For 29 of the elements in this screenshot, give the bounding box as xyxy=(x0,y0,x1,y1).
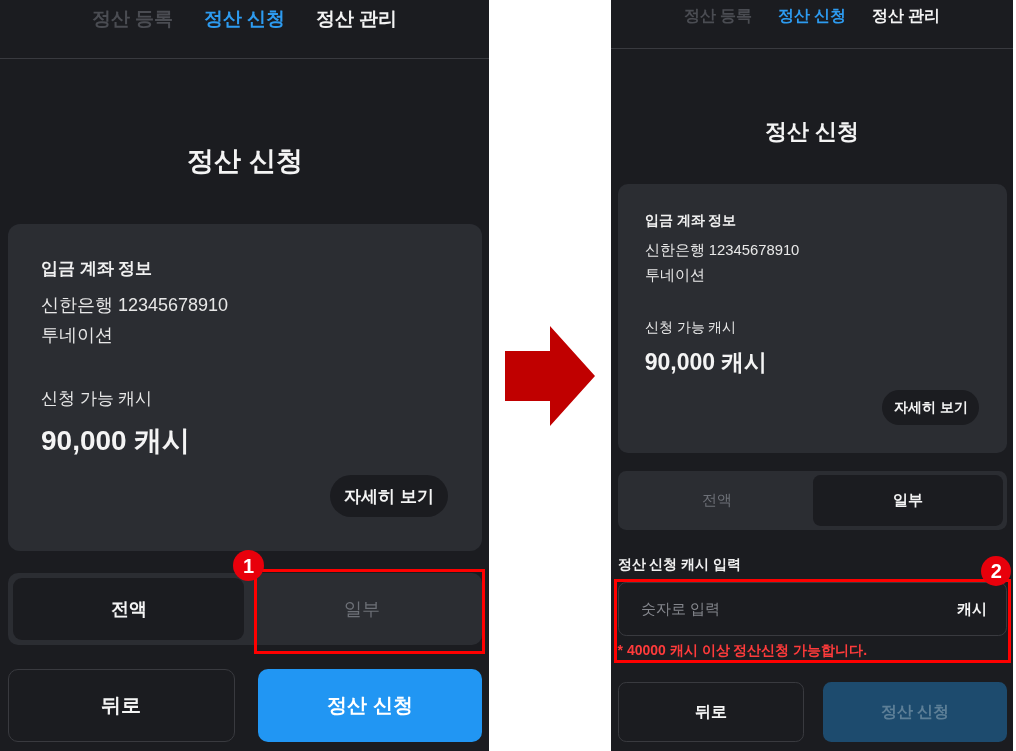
step-number-badge: 1 xyxy=(233,550,264,581)
bank-account-text: 신한은행 12345678910 xyxy=(644,241,800,261)
details-button[interactable]: 자세히 보기 xyxy=(882,390,980,425)
page-title: 정산 신청 xyxy=(764,118,861,147)
nav-tab[interactable]: 정산 신청 xyxy=(777,4,847,27)
amount-option[interactable]: 일부 xyxy=(813,475,1004,527)
nav-tab[interactable]: 정산 관리 xyxy=(871,4,940,27)
back-button[interactable]: 뒤로 xyxy=(617,682,804,743)
bank-account-text: 신한은행 12345678910 xyxy=(41,294,229,317)
step-number-badge: 2 xyxy=(981,555,1012,586)
unit-label: 캐시 xyxy=(956,599,987,619)
right-arrow-icon xyxy=(505,325,595,426)
back-button[interactable]: 뒤로 xyxy=(8,669,235,742)
card-heading: 입금 계좌 정보 xyxy=(644,211,737,231)
nav-tab[interactable]: 정산 관리 xyxy=(316,6,398,32)
account-holder-text: 투네이션 xyxy=(644,266,705,286)
error-message: * 40000 캐시 이상 정산신청 가능합니다. xyxy=(617,641,868,660)
balance-label: 신청 가능 캐시 xyxy=(41,388,153,410)
balance-label: 신청 가능 캐시 xyxy=(644,318,737,338)
nav-tab[interactable]: 정산 신청 xyxy=(203,6,286,32)
page-title: 정산 신청 xyxy=(186,145,304,178)
balance-amount: 90,000 캐시 xyxy=(644,347,768,377)
details-button[interactable]: 자세히 보기 xyxy=(330,475,448,517)
balance-amount: 90,000 캐시 xyxy=(41,424,191,458)
input-label: 정산 신청 캐시 입력 xyxy=(617,554,742,573)
amount-option[interactable]: 전액 xyxy=(13,578,244,640)
account-holder-text: 투네이션 xyxy=(41,324,113,347)
number-input[interactable]: 숫자로 입력 xyxy=(640,601,957,618)
card-heading: 입금 계좌 정보 xyxy=(41,258,153,280)
